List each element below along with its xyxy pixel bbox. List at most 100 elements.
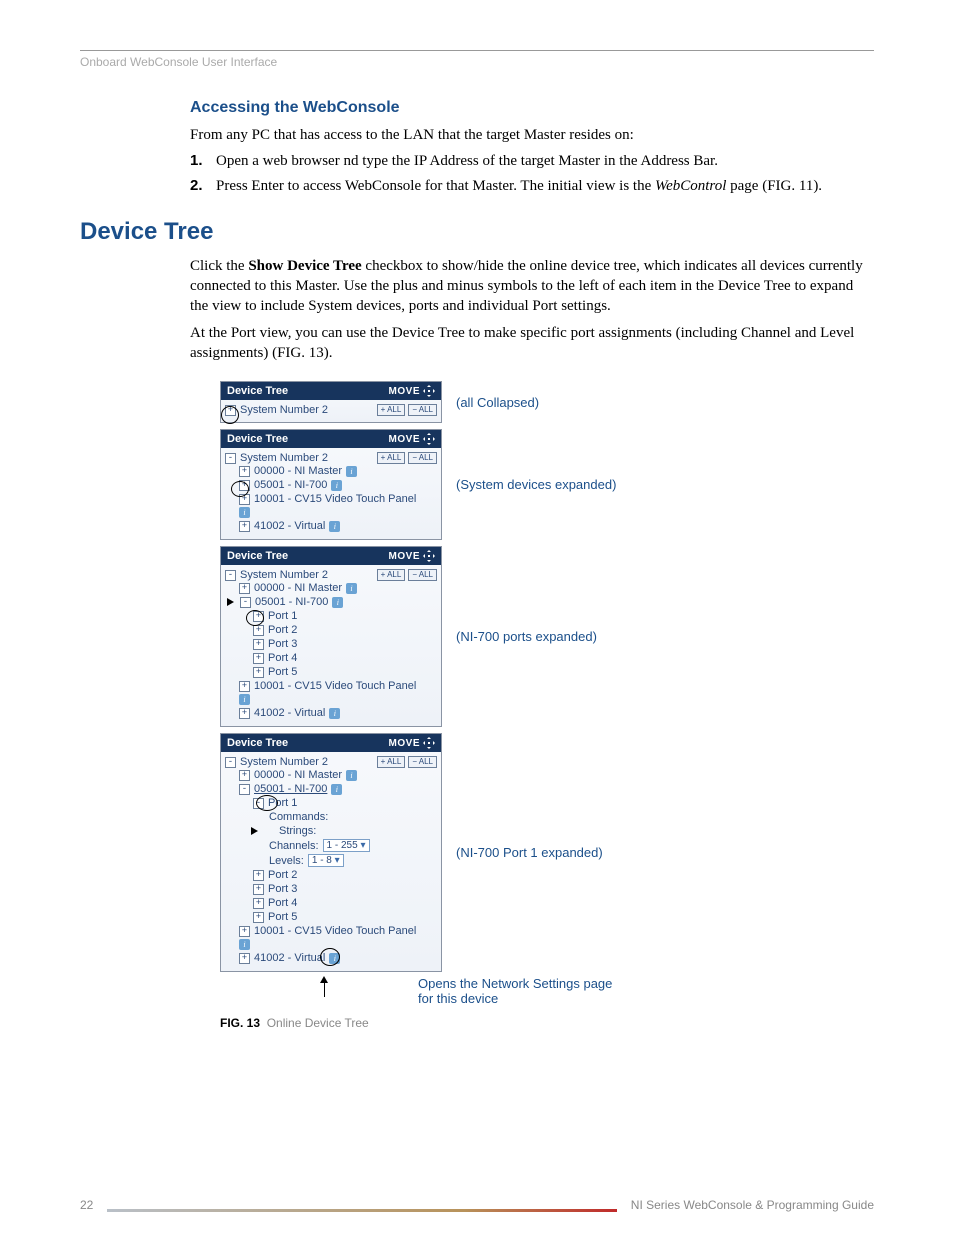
expand-all-button[interactable]: + ALL bbox=[377, 756, 406, 768]
expand-icon[interactable]: + bbox=[253, 884, 264, 895]
tree-node-device[interactable]: 10001 - CV15 Video Touch Panel bbox=[254, 680, 416, 692]
expand-icon[interactable]: + bbox=[239, 708, 250, 719]
tree-node-port[interactable]: Port 2 bbox=[268, 869, 297, 881]
info-icon[interactable]: i bbox=[331, 480, 342, 491]
collapse-all-button[interactable]: − ALL bbox=[408, 404, 437, 416]
tree-node-device[interactable]: 00000 - NI Master bbox=[254, 582, 342, 594]
info-icon[interactable]: i bbox=[331, 784, 342, 795]
tree-node-device[interactable]: 00000 - NI Master bbox=[254, 769, 342, 781]
info-icon[interactable]: i bbox=[329, 708, 340, 719]
port-levels-label: Levels: bbox=[269, 855, 304, 867]
collapse-icon[interactable]: - bbox=[239, 784, 250, 795]
expand-icon[interactable]: + bbox=[253, 653, 264, 664]
panel-caption: (all Collapsed) bbox=[456, 395, 539, 410]
tree-node-system[interactable]: System Number 2 bbox=[240, 569, 328, 581]
tree-node-system[interactable]: System Number 2 bbox=[240, 452, 328, 464]
tree-node-port[interactable]: Port 4 bbox=[268, 897, 297, 909]
callout-circle bbox=[231, 481, 249, 497]
expand-icon[interactable]: + bbox=[239, 926, 250, 937]
expand-all-button[interactable]: + ALL bbox=[377, 452, 406, 464]
panel-caption: (NI-700 Port 1 expanded) bbox=[456, 845, 603, 860]
info-icon[interactable]: i bbox=[239, 939, 250, 950]
info-icon[interactable]: i bbox=[346, 583, 357, 594]
channels-dropdown[interactable]: 1 - 255 bbox=[323, 839, 370, 852]
expand-icon[interactable]: + bbox=[239, 953, 250, 964]
tree-node-device[interactable]: 10001 - CV15 Video Touch Panel bbox=[254, 493, 416, 505]
move-handle[interactable]: MOVE bbox=[389, 550, 435, 562]
tree-node-device[interactable]: 41002 - Virtual bbox=[254, 520, 325, 532]
callout-circle bbox=[320, 948, 340, 966]
panel-title: Device Tree bbox=[227, 433, 288, 445]
info-icon[interactable]: i bbox=[332, 597, 343, 608]
pointer-arrow bbox=[227, 598, 234, 606]
expand-icon[interactable]: + bbox=[239, 681, 250, 692]
device-tree-panel: Device Tree MOVE + System Number 2 bbox=[220, 381, 442, 423]
move-handle[interactable]: MOVE bbox=[389, 433, 435, 445]
tree-node-port[interactable]: Port 1 bbox=[268, 610, 297, 622]
collapse-icon[interactable]: - bbox=[225, 453, 236, 464]
collapse-icon[interactable]: - bbox=[240, 597, 251, 608]
collapse-all-button[interactable]: − ALL bbox=[408, 756, 437, 768]
collapse-icon[interactable]: - bbox=[225, 757, 236, 768]
tree-node-device[interactable]: 41002 - Virtual bbox=[254, 952, 325, 964]
expand-icon[interactable]: + bbox=[253, 870, 264, 881]
tree-node-device[interactable]: 41002 - Virtual bbox=[254, 707, 325, 719]
tree-node-device[interactable]: 00000 - NI Master bbox=[254, 465, 342, 477]
expand-all-button[interactable]: + ALL bbox=[377, 569, 406, 581]
expand-icon[interactable]: + bbox=[239, 583, 250, 594]
expand-all-button[interactable]: + ALL bbox=[377, 404, 406, 416]
tree-node-device[interactable]: 05001 - NI-700 bbox=[254, 479, 327, 491]
tree-node-port[interactable]: Port 5 bbox=[268, 911, 297, 923]
tree-node-port[interactable]: Port 3 bbox=[268, 638, 297, 650]
running-header: Onboard WebConsole User Interface bbox=[80, 55, 874, 69]
tree-node-device[interactable]: 05001 - NI-700 bbox=[254, 783, 327, 795]
tree-node-device[interactable]: 05001 - NI-700 bbox=[255, 596, 328, 608]
expand-icon[interactable]: + bbox=[253, 625, 264, 636]
expand-icon[interactable]: + bbox=[253, 912, 264, 923]
tree-node-device[interactable]: 10001 - CV15 Video Touch Panel bbox=[254, 925, 416, 937]
expand-icon[interactable]: + bbox=[239, 521, 250, 532]
footer-rule bbox=[107, 1209, 616, 1212]
tree-node-system[interactable]: System Number 2 bbox=[240, 404, 328, 416]
expand-icon[interactable]: + bbox=[239, 770, 250, 781]
move-icon bbox=[423, 433, 435, 445]
tree-node-port[interactable]: Port 5 bbox=[268, 666, 297, 678]
info-icon[interactable]: i bbox=[346, 770, 357, 781]
tree-node-system[interactable]: System Number 2 bbox=[240, 756, 328, 768]
callout-circle bbox=[246, 610, 264, 626]
collapse-all-button[interactable]: − ALL bbox=[408, 569, 437, 581]
tree-node-port[interactable]: Port 2 bbox=[268, 624, 297, 636]
port-channels-label: Channels: bbox=[269, 840, 319, 852]
move-handle[interactable]: MOVE bbox=[389, 385, 435, 397]
levels-dropdown[interactable]: 1 - 8 bbox=[308, 854, 344, 867]
panel-caption: (System devices expanded) bbox=[456, 477, 616, 492]
device-tree-panel: Device Tree MOVE - System Number 2 bbox=[220, 546, 442, 727]
expand-icon[interactable]: + bbox=[239, 466, 250, 477]
port-commands-label[interactable]: Commands: bbox=[269, 811, 328, 823]
figure-13: Device Tree MOVE + System Number 2 bbox=[220, 381, 874, 1030]
panel-title: Device Tree bbox=[227, 550, 288, 562]
expand-icon[interactable]: + bbox=[253, 667, 264, 678]
move-handle[interactable]: MOVE bbox=[389, 737, 435, 749]
panel-caption: (NI-700 ports expanded) bbox=[456, 629, 597, 644]
tree-node-port[interactable]: Port 4 bbox=[268, 652, 297, 664]
collapse-all-button[interactable]: − ALL bbox=[408, 452, 437, 464]
callout-note: Opens the Network Settings page for this… bbox=[418, 976, 618, 1006]
info-icon[interactable]: i bbox=[239, 507, 250, 518]
device-tree-panel: Device Tree MOVE - System Number 2 bbox=[220, 429, 442, 540]
info-icon[interactable]: i bbox=[239, 694, 250, 705]
collapse-icon[interactable]: - bbox=[225, 570, 236, 581]
page-number: 22 bbox=[80, 1198, 93, 1212]
tree-node-port[interactable]: Port 3 bbox=[268, 883, 297, 895]
port-strings-label[interactable]: Strings: bbox=[279, 825, 316, 837]
step-item: 2. Press Enter to access WebConsole for … bbox=[190, 176, 874, 196]
pointer-arrow bbox=[251, 827, 258, 835]
paragraph: At the Port view, you can use the Device… bbox=[190, 323, 874, 364]
info-icon[interactable]: i bbox=[329, 521, 340, 532]
expand-icon[interactable]: + bbox=[253, 639, 264, 650]
arrow-up-icon bbox=[320, 976, 328, 983]
info-icon[interactable]: i bbox=[346, 466, 357, 477]
callout-circle bbox=[256, 795, 278, 811]
footer-title: NI Series WebConsole & Programming Guide bbox=[631, 1198, 874, 1212]
expand-icon[interactable]: + bbox=[253, 898, 264, 909]
